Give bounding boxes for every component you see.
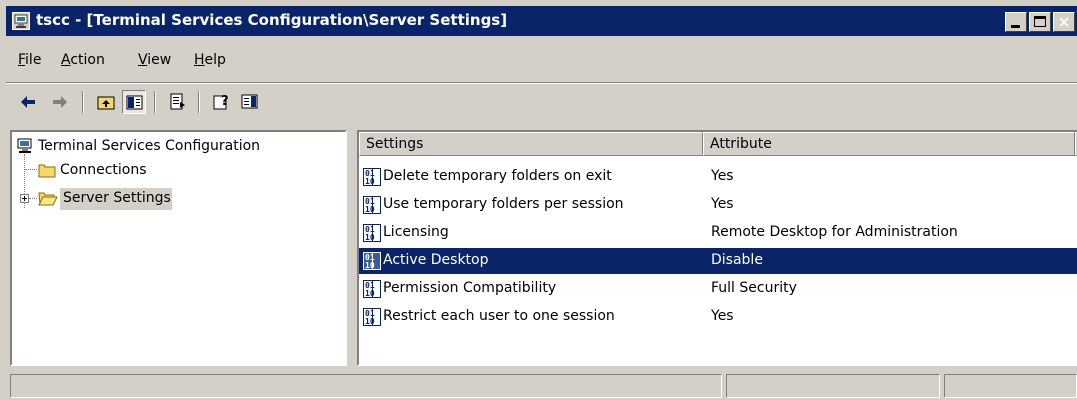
export-list-button[interactable] [166, 90, 190, 114]
row-setting: Restrict each user to one session [383, 308, 615, 324]
tree-item-server-settings[interactable]: Server Settings [38, 188, 338, 210]
row-setting: Use temporary folders per session [383, 196, 624, 212]
console-tree-icon [126, 95, 143, 110]
setting-icon: 01 10 [363, 252, 381, 274]
minimize-button[interactable] [1005, 12, 1027, 32]
row-attribute: Yes [711, 168, 734, 184]
setting-icon: 01 10 [363, 224, 381, 246]
toolbar: ? [6, 90, 1077, 120]
back-arrow-icon [21, 96, 35, 108]
row-attribute: Disable [711, 252, 763, 268]
toolbar-separator [154, 91, 156, 113]
up-one-level-button[interactable] [94, 90, 118, 114]
svg-text:10: 10 [365, 177, 375, 186]
tree-item-server-settings-label: Server Settings [63, 190, 171, 206]
svg-text:?: ? [221, 94, 229, 109]
computer-icon [16, 138, 34, 158]
tree-item-root[interactable]: Terminal Services Configuration [16, 136, 336, 158]
menu-divider [6, 82, 1077, 84]
list-row[interactable]: 01 10 Restrict each user to one session Y… [359, 304, 1077, 330]
column-header-attribute-label: Attribute [710, 136, 772, 152]
status-bar [6, 374, 1077, 400]
menu-view-label: iew [147, 52, 172, 68]
open-folder-icon [38, 190, 58, 210]
tree-item-root-label: Terminal Services Configuration [38, 138, 261, 154]
svg-text:10: 10 [365, 233, 375, 242]
menu-help[interactable]: Help [194, 52, 226, 68]
tree-item-connections-label: Connections [60, 162, 147, 178]
maximize-button[interactable] [1029, 12, 1051, 32]
menu-bar: File Action View Help [6, 48, 1077, 72]
row-setting: Licensing [383, 224, 449, 240]
list-row[interactable]: 01 10 Delete temporary folders on exit Ye… [359, 164, 1077, 190]
computer-icon[interactable] [12, 12, 30, 30]
title-bar[interactable]: tscc - [Terminal Services Configuration\… [6, 6, 1077, 36]
status-panel-2 [726, 374, 940, 398]
list-row[interactable]: 01 10 Permission Compatibility Full Secur… [359, 276, 1077, 302]
show-hide-action-pane-button[interactable] [238, 90, 262, 114]
forward-arrow-icon [53, 96, 67, 108]
menu-view[interactable]: View [138, 52, 171, 68]
list-header: Settings Attribute [359, 132, 1077, 156]
list-row[interactable]: 01 10 Use temporary folders per session Y… [359, 192, 1077, 218]
action-pane-icon [241, 94, 258, 109]
menu-action-label: ction [70, 52, 105, 68]
help-button[interactable]: ? [210, 90, 234, 114]
back-button[interactable] [16, 90, 40, 114]
row-attribute: Remote Desktop for Administration [711, 224, 958, 240]
menu-action[interactable]: Action [61, 52, 105, 68]
export-list-icon [170, 93, 185, 110]
close-button[interactable]: × [1053, 12, 1075, 32]
status-panel-3 [944, 374, 1077, 398]
tree-guide-line [29, 198, 37, 199]
setting-icon: 01 10 [363, 280, 381, 302]
menu-help-label: elp [204, 52, 226, 68]
setting-icon: 01 10 [363, 196, 381, 218]
setting-icon: 01 10 [363, 308, 381, 330]
minimize-icon [1011, 25, 1020, 28]
help-icon: ? [213, 94, 229, 110]
details-list-pane[interactable]: Settings Attribute 01 10 Delete temporary… [357, 130, 1077, 366]
status-panel-main [10, 374, 722, 398]
tree-guide-line [25, 169, 37, 170]
folder-up-icon [97, 96, 115, 110]
tree-item-connections[interactable]: Connections [38, 160, 338, 182]
column-header-attribute[interactable]: Attribute [703, 132, 1075, 156]
window-title: tscc - [Terminal Services Configuration\… [36, 11, 508, 29]
menu-file-accel: F [18, 52, 26, 68]
menu-file-label: ile [25, 52, 42, 68]
maximize-icon [1034, 16, 1046, 27]
row-setting: Permission Compatibility [383, 280, 557, 296]
forward-button[interactable] [48, 90, 72, 114]
row-attribute: Yes [711, 308, 734, 324]
svg-text:10: 10 [365, 289, 375, 298]
menu-help-accel: H [194, 52, 205, 68]
toolbar-separator [82, 91, 84, 113]
show-hide-console-tree-button[interactable] [122, 90, 146, 114]
list-row-selected[interactable]: 01 10 Active Desktop Disable [359, 248, 1077, 274]
svg-text:10: 10 [365, 205, 375, 214]
expand-icon[interactable] [20, 194, 29, 203]
console-tree-pane[interactable]: Terminal Services Configuration Connecti… [10, 130, 347, 366]
folder-icon [38, 162, 56, 182]
list-row[interactable]: 01 10 Licensing Remote Desktop for Admini… [359, 220, 1077, 246]
close-icon: × [1057, 13, 1071, 31]
column-header-settings[interactable]: Settings [359, 132, 703, 156]
menu-action-accel: A [61, 52, 71, 68]
toolbar-separator [198, 91, 200, 113]
svg-text:10: 10 [365, 317, 375, 326]
setting-icon: 01 10 [363, 168, 381, 190]
svg-text:10: 10 [365, 261, 375, 270]
column-header-settings-label: Settings [366, 136, 424, 152]
row-attribute: Yes [711, 196, 734, 212]
row-setting: Active Desktop [383, 252, 489, 268]
mmc-window: tscc - [Terminal Services Configuration\… [0, 0, 1077, 400]
row-attribute: Full Security [711, 280, 797, 296]
menu-view-accel: V [138, 52, 148, 68]
menu-file[interactable]: File [18, 52, 41, 68]
row-setting: Delete temporary folders on exit [383, 168, 612, 184]
